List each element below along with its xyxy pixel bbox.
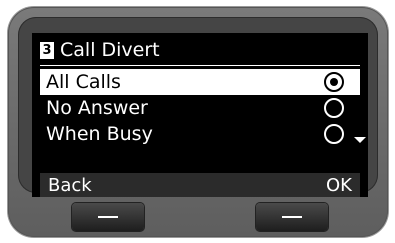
option-no-answer[interactable]: No Answer — [40, 95, 360, 121]
option-label: All Calls — [46, 71, 121, 93]
softkey-right-label[interactable]: OK — [326, 175, 352, 196]
dash-icon — [282, 216, 302, 218]
dash-icon — [98, 216, 118, 218]
menu-number-badge: 3 — [40, 41, 54, 59]
screen-header: 3 Call Divert — [40, 37, 360, 63]
left-softkey-button[interactable] — [72, 203, 144, 231]
softkey-left-label[interactable]: Back — [48, 175, 92, 196]
screen-title: Call Divert — [60, 39, 160, 61]
display-screen: 3 Call Divert All Calls No Answer When B… — [32, 33, 368, 197]
header-divider — [40, 65, 360, 66]
radio-unselected-icon — [324, 98, 344, 118]
radio-unselected-icon — [324, 124, 344, 144]
option-when-busy[interactable]: When Busy — [40, 121, 360, 147]
scroll-down-arrow-icon — [354, 137, 366, 143]
softkey-bar: Back OK — [40, 173, 360, 197]
phone-device: 3 Call Divert All Calls No Answer When B… — [8, 7, 388, 237]
option-label: When Busy — [46, 123, 153, 145]
radio-selected-icon — [324, 72, 344, 92]
option-all-calls[interactable]: All Calls — [40, 69, 360, 95]
right-softkey-button[interactable] — [256, 203, 328, 231]
option-label: No Answer — [46, 97, 148, 119]
